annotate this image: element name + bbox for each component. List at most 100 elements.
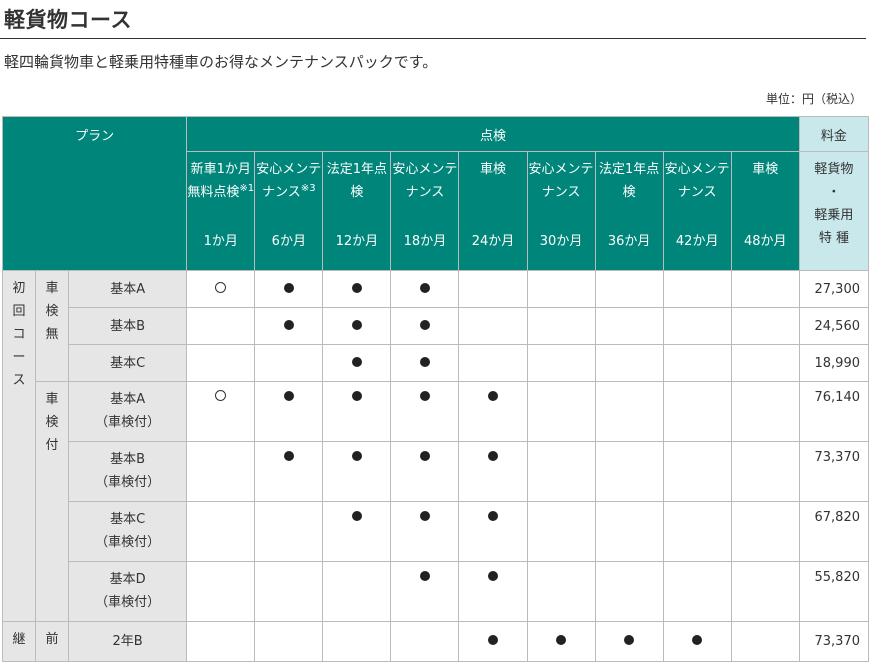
header-col-9: 車検 48か月 — [730, 151, 800, 271]
header-col-label: 安心メンテナンス — [664, 158, 730, 230]
plan-name-cell: 基本A （車検付） — [68, 381, 188, 442]
plan-name: 基本A — [110, 281, 146, 297]
filled-circle-icon — [419, 282, 430, 293]
inspection-cell — [186, 501, 256, 562]
header-col-6: 安心メンテナンス 30か月 — [526, 151, 596, 271]
plan-name-cell: 基本D （車検付） — [68, 561, 188, 622]
vehicle-type-label: 軽貨物 — [814, 162, 854, 177]
inspection-cell — [254, 561, 324, 622]
header-col-label-text: 安心メンテナンス — [392, 162, 458, 200]
header-col-label: 新車1か月無料点検※1 — [188, 158, 255, 230]
inspection-cell — [186, 561, 256, 622]
inspection-cell — [458, 307, 528, 345]
header-plan: プラン — [1, 116, 188, 271]
header-col-month: 48か月 — [743, 234, 787, 249]
group-with-shaken-label: 車検付 — [45, 392, 59, 453]
inspection-cell — [186, 441, 256, 502]
inspection-cell — [390, 344, 460, 382]
header-col-label: 法定1年点検 — [324, 158, 390, 230]
inspection-cell — [526, 441, 596, 502]
header-col-month: 30か月 — [539, 234, 583, 249]
inspection-cell — [186, 344, 256, 382]
plan-name-cell: 基本C — [68, 344, 188, 382]
filled-circle-icon — [283, 319, 294, 330]
header-col-2: 安心メンテナンス※3 6か月 — [254, 151, 324, 271]
inspection-cell — [322, 561, 392, 622]
header-col-label-text: 安心メンテナンス — [528, 162, 594, 200]
header-col-month: 42か月 — [675, 234, 719, 249]
plan-name: 基本A — [110, 392, 146, 407]
inspection-cell — [322, 441, 392, 502]
inspection-cell — [254, 270, 324, 308]
plan-name-cell: 基本A — [68, 270, 188, 308]
inspection-cell — [662, 561, 732, 622]
header-col-label: 法定1年点検 — [596, 158, 662, 230]
price-cell: 55,820 — [798, 561, 870, 622]
inspection-cell — [526, 561, 596, 622]
open-circle-icon — [215, 281, 227, 293]
filled-circle-icon — [351, 356, 362, 367]
filled-circle-icon — [283, 282, 294, 293]
header-col-month: 18か月 — [403, 234, 447, 249]
table-row: 初回コース 車検無 基本A 27,300 — [1, 270, 870, 622]
header-col-3: 法定1年点検 12か月 — [322, 151, 392, 271]
header-col-8: 安心メンテナンス 42か月 — [662, 151, 732, 271]
filled-circle-icon — [351, 319, 362, 330]
inspection-cell — [526, 270, 596, 308]
price-cell: 76,140 — [798, 381, 870, 442]
filled-circle-icon — [419, 319, 430, 330]
inspection-cell — [594, 501, 664, 562]
filled-circle-icon — [488, 635, 498, 645]
inspection-cell — [390, 381, 460, 442]
inspection-cell — [390, 501, 460, 562]
inspection-cell — [730, 344, 800, 382]
header-col-1: 新車1か月無料点検※1 1か月 — [186, 151, 256, 271]
inspection-cell — [254, 381, 324, 442]
footnote-ref: ※3 — [300, 183, 316, 194]
group-with-shaken: 車検付 — [35, 381, 70, 622]
filled-circle-icon — [419, 571, 430, 581]
open-circle-icon — [215, 390, 227, 401]
header-col-label-text: 安心メンテナンス — [256, 162, 322, 200]
inspection-cell — [594, 344, 664, 382]
price-cell: 67,820 — [798, 501, 870, 562]
filled-circle-icon — [283, 451, 294, 461]
header-inspection: 点検 — [186, 116, 800, 152]
header-col-5: 車検 24か月 — [458, 151, 528, 271]
inspection-cell — [662, 501, 732, 562]
inspection-cell — [254, 441, 324, 502]
table-row: 基本C 18,990 — [3, 344, 870, 382]
inspection-cell — [526, 501, 596, 562]
filled-circle-icon — [488, 391, 498, 401]
table-row: 基本B （車検付） 73,370 — [3, 441, 870, 502]
header-col-label-text: 車検 — [479, 162, 506, 177]
plan-name-cell: 基本B — [68, 307, 188, 345]
header-col-month: 1か月 — [203, 234, 238, 249]
inspection-cell — [594, 441, 664, 502]
inspection-cell — [458, 270, 528, 308]
inspection-cell — [662, 381, 732, 442]
header-col-label-text: 法定1年点検 — [326, 162, 388, 200]
inspection-cell — [322, 344, 392, 382]
footnote-ref: ※1 — [239, 183, 255, 194]
header-col-label: 車検 — [460, 158, 526, 230]
header-col-month: 24か月 — [471, 234, 515, 249]
header-fee: 料金 — [798, 116, 870, 152]
header-col-month: 36か月 — [607, 234, 651, 249]
inspection-cell — [662, 441, 732, 502]
price-cell: 18,990 — [798, 344, 870, 382]
group-first-course-label: 初回コース — [12, 281, 26, 388]
price-cell: 73,370 — [798, 441, 870, 502]
inspection-cell — [254, 501, 324, 562]
group-no-shaken-label: 車検無 — [45, 281, 59, 342]
inspection-cell — [730, 381, 800, 442]
inspection-cell — [322, 381, 392, 442]
inspection-cell — [390, 307, 460, 345]
vehicle-type-label: 特 種 — [818, 231, 849, 246]
inspection-cell — [390, 270, 460, 308]
inspection-cell — [526, 381, 596, 442]
inspection-cell — [458, 344, 528, 382]
inspection-cell — [254, 307, 324, 345]
inspection-cell — [594, 307, 664, 345]
page-title: 軽貨物コース — [4, 8, 132, 32]
